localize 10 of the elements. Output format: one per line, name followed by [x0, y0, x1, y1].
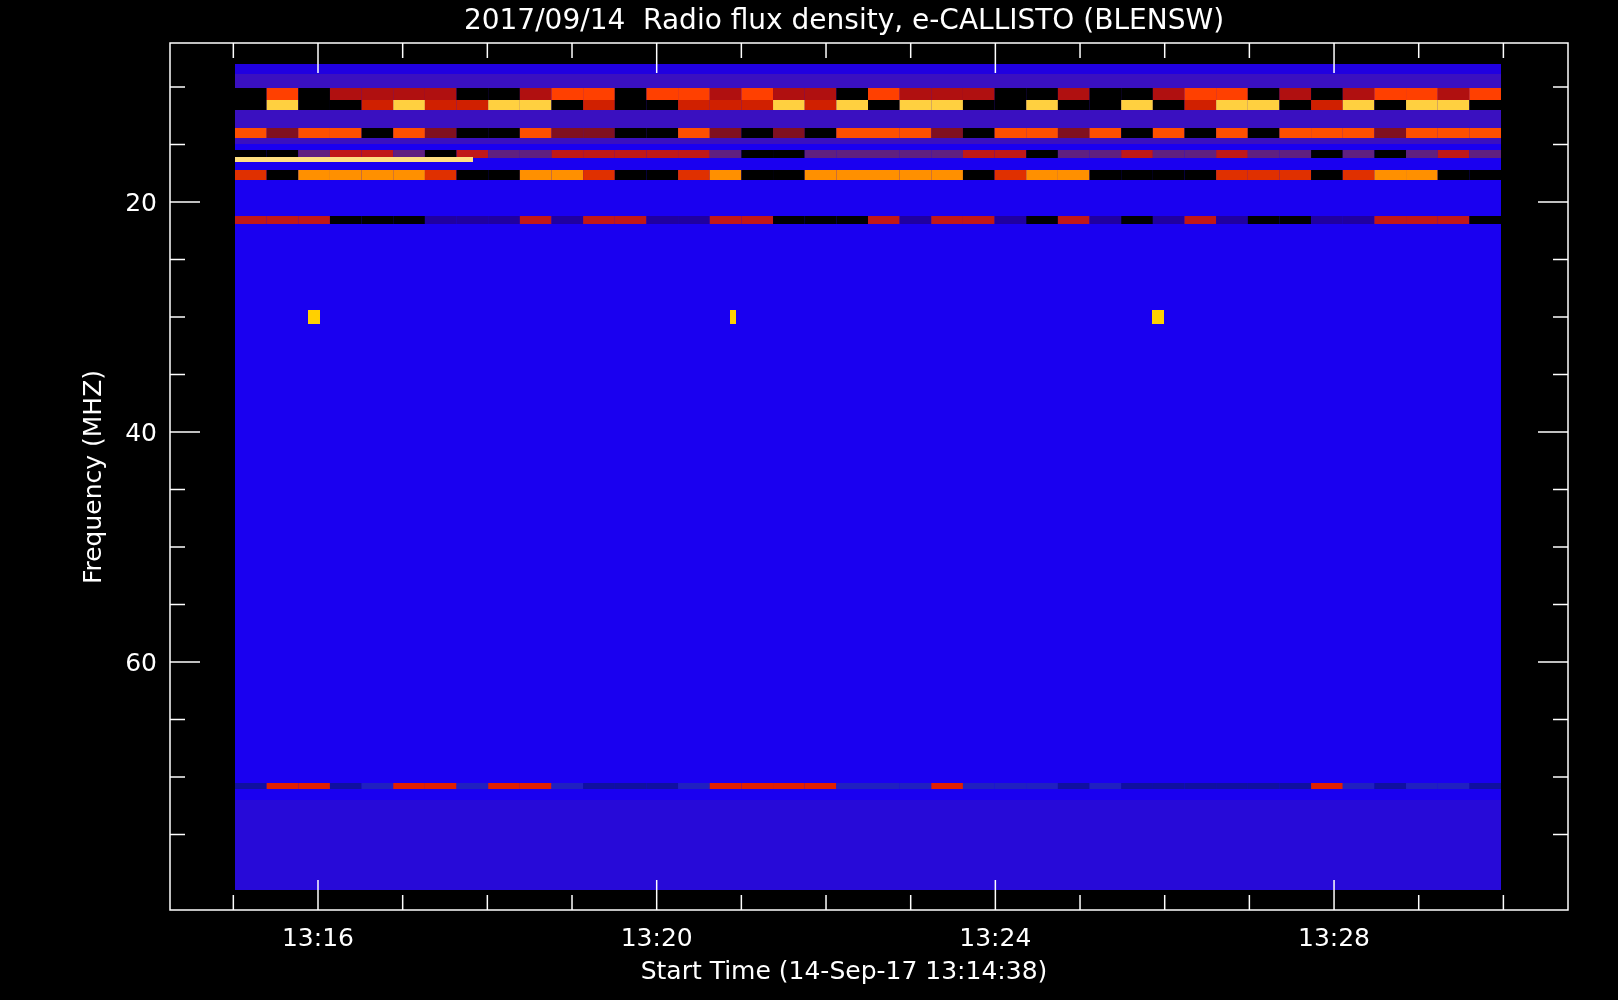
x-tick-label: 13:28	[1298, 923, 1371, 952]
x-tick-label: 13:24	[959, 923, 1032, 952]
y-axis-label: Frequency (MHZ)	[78, 369, 107, 585]
x-tick-label: 13:16	[282, 923, 354, 952]
y-tick-label: 60	[125, 648, 157, 677]
x-tick-label: 13:20	[620, 923, 693, 952]
x-axis-label: Start Time (14-Sep-17 13:14:38)	[640, 956, 1048, 986]
y-tick-label: 40	[125, 418, 157, 447]
chart-title: 2017/09/14 Radio flux density, e-CALLISTO (BLENSW)	[463, 2, 1225, 38]
y-tick-label: 20	[125, 188, 157, 217]
